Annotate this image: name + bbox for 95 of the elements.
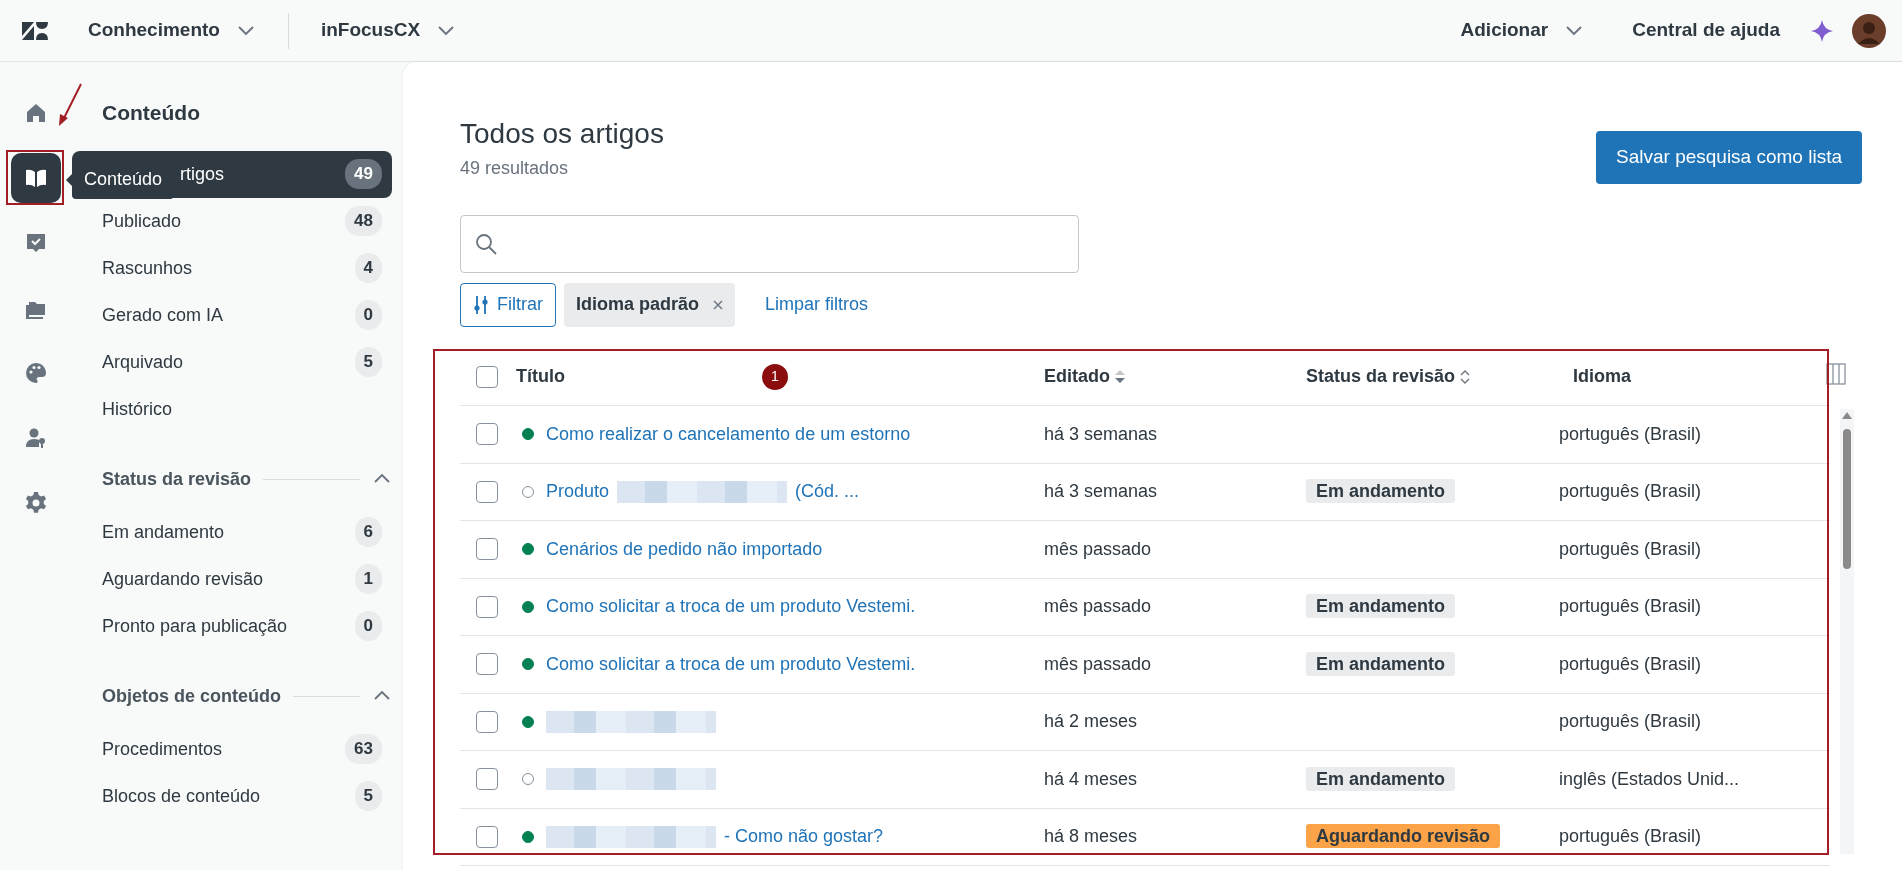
row-checkbox[interactable]: [476, 423, 498, 446]
row-checkbox[interactable]: [476, 710, 498, 733]
save-search-button[interactable]: Salvar pesquisa como lista: [1596, 131, 1862, 184]
nav-button[interactable]: [11, 153, 61, 203]
table-cell-text: português (Brasil): [1559, 710, 1703, 734]
status-badge: Em andamento: [1306, 594, 1456, 619]
table-cell-text: há 3 semanas: [1044, 480, 1159, 504]
table-cell-text: português (Brasil): [1559, 595, 1703, 619]
logo-icon[interactable]: [22, 19, 48, 42]
count-badge: 1: [354, 564, 382, 594]
status-badge: Aguardando revisão: [1306, 824, 1501, 849]
page-title: Todos os artigos: [460, 117, 664, 151]
home-icon: [24, 101, 48, 125]
sort-icon[interactable]: [1459, 368, 1472, 385]
status-badge: Em andamento: [1306, 479, 1456, 504]
row-checkbox[interactable]: [476, 653, 498, 676]
sidebar-item[interactable]: Procedimentos 63: [102, 725, 392, 773]
table-cell-text: português (Brasil): [1559, 537, 1703, 561]
article-link[interactable]: Cenários de pedido não importado: [546, 535, 823, 563]
table-cell-text: mês passado: [1044, 652, 1153, 676]
status-badge: Em andamento: [1306, 766, 1456, 791]
checked-ticket-icon: [24, 231, 48, 255]
avatar[interactable]: [1852, 13, 1886, 48]
sidebar-item[interactable]: Pronto para publicação 0: [102, 602, 392, 650]
column-header: Título: [516, 365, 565, 389]
sidebar-item[interactable]: Blocos de conteúdo 5: [102, 772, 392, 820]
article-link[interactable]: (Cód. ...: [795, 478, 860, 506]
sidebar-item[interactable]: Gerado com IA 0: [102, 291, 392, 339]
row-checkbox[interactable]: [476, 595, 498, 618]
table-cell-text: há 4 meses: [1044, 767, 1139, 791]
count-badge: 4: [354, 253, 382, 283]
column-header: Idioma: [1573, 365, 1631, 389]
select-all-checkbox[interactable]: [476, 365, 498, 388]
row-checkbox[interactable]: [476, 825, 498, 848]
count-badge: 48: [345, 206, 382, 236]
sort-descending-icon[interactable]: [1114, 368, 1126, 385]
filter-chip: Idioma padrão: [564, 282, 736, 327]
sidebar-item[interactable]: Histórico: [102, 385, 392, 433]
search-icon: [475, 232, 497, 255]
column-header[interactable]: Editado: [1044, 363, 1110, 391]
count-badge: 0: [354, 611, 382, 641]
sidebar-item[interactable]: Rascunhos 4: [102, 244, 392, 292]
search-field[interactable]: [460, 214, 1079, 273]
sidebar-item[interactable]: Aguardando revisão 1: [102, 555, 392, 603]
section-heading: Status da revisão: [102, 467, 252, 491]
scrollbar-thumb[interactable]: [1843, 428, 1851, 569]
table-cell-text: inglês (Estados Unid...: [1559, 767, 1741, 791]
status-badge: Em andamento: [1306, 651, 1456, 676]
table-cell-text: mês passado: [1044, 595, 1153, 619]
scroll-up-icon[interactable]: [1842, 410, 1852, 419]
scrollbar[interactable]: [1840, 408, 1854, 854]
filter-button[interactable]: Filtrar: [460, 282, 556, 327]
tooltip-arrow: [66, 173, 72, 186]
sidebar-item[interactable]: Arquivado 5: [102, 338, 392, 386]
article-link[interactable]: Como solicitar a troca de um produto Vestemi.: [546, 593, 916, 621]
article-link[interactable]: Como realizar o cancelamento de um estorno: [546, 420, 911, 448]
row-checkbox[interactable]: [476, 538, 498, 561]
user-key-icon: [24, 426, 48, 450]
sidebar-item[interactable]: Em andamento 6: [102, 508, 392, 556]
row-checkbox[interactable]: [476, 768, 498, 791]
table-cell-text: português (Brasil): [1559, 480, 1703, 504]
workspace-menu[interactable]: inFocusCX: [320, 16, 457, 45]
count-badge: 5: [354, 347, 382, 377]
settings-icon: [24, 491, 48, 515]
article-link[interactable]: - Como não gostar?: [724, 823, 884, 851]
count-badge: 0: [354, 300, 382, 330]
row-checkbox[interactable]: [476, 480, 498, 503]
annotation-arrow: [56, 82, 84, 128]
palette-icon: [24, 361, 48, 385]
table-cell-text: mês passado: [1044, 537, 1153, 561]
column-header[interactable]: Status da revisão: [1306, 363, 1456, 391]
table-cell-text: há 3 semanas: [1044, 422, 1159, 446]
add-menu[interactable]: Adicionar: [1460, 16, 1585, 45]
count-badge: 49: [345, 159, 382, 189]
section-heading: Objetos de conteúdo: [102, 684, 281, 708]
table-cell-text: há 8 meses: [1044, 825, 1139, 849]
help-center-link[interactable]: Central de ajuda: [1632, 16, 1780, 45]
product-menu[interactable]: Conhecimento: [88, 16, 256, 45]
table-cell-text: português (Brasil): [1559, 652, 1703, 676]
table-cell-text: português (Brasil): [1559, 825, 1703, 849]
count-badge: 63: [345, 734, 382, 764]
result-count: 49 resultados: [460, 156, 570, 180]
table-cell-text: português (Brasil): [1559, 422, 1703, 446]
sidebar-heading: Conteúdo: [102, 100, 201, 126]
sliders-icon: [473, 294, 489, 315]
clear-filters-link[interactable]: Limpar filtros: [765, 291, 869, 318]
column-settings-icon[interactable]: [1826, 362, 1846, 385]
count-badge: 6: [354, 517, 382, 547]
article-link[interactable]: Como solicitar a troca de um produto Vestemi.: [546, 650, 916, 678]
table-cell-text: há 2 meses: [1044, 710, 1139, 734]
close-icon[interactable]: [713, 299, 724, 310]
article-link[interactable]: Produto: [546, 478, 610, 506]
count-badge: 5: [354, 781, 382, 811]
highlight-frame: [6, 150, 64, 205]
annotation-marker: 1: [762, 363, 788, 390]
